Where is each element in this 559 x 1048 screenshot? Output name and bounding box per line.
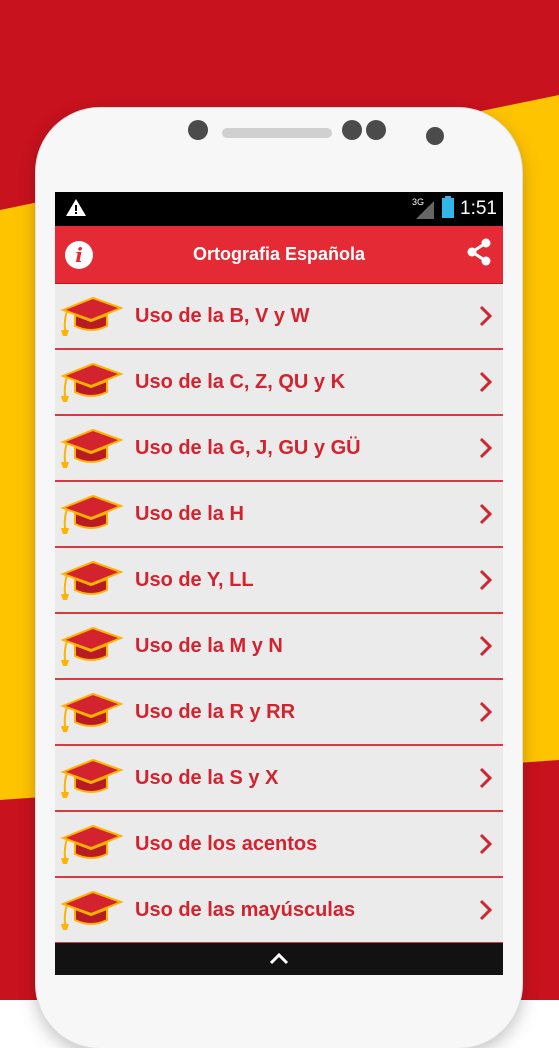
phone-sensor [342, 120, 362, 140]
chevron-right-icon [479, 503, 493, 525]
bottom-bar [55, 943, 503, 975]
status-bar: 3G 1:51 [55, 192, 503, 226]
list-item[interactable]: Uso de la M y N [55, 614, 503, 680]
chevron-right-icon [479, 899, 493, 921]
list-item[interactable]: Uso de Y, LL [55, 548, 503, 614]
list-item-label: Uso de la R y RR [135, 700, 296, 723]
graduation-cap-icon [60, 297, 122, 337]
list-item-label: Uso de la C, Z, QU y K [135, 370, 346, 393]
status-indicators: 3G 1:51 [412, 195, 497, 223]
chevron-up-icon[interactable] [268, 952, 290, 966]
graduation-cap-icon [60, 759, 122, 799]
screen: 3G 1:51 i Ortografia Española Uso de la … [55, 192, 503, 975]
chevron-right-icon [479, 833, 493, 855]
list-item-label: Uso de las mayúsculas [135, 898, 356, 921]
graduation-cap-icon [60, 693, 122, 733]
graduation-cap-icon [60, 495, 122, 535]
phone-sensor [188, 120, 208, 140]
clock: 1:51 [460, 198, 497, 219]
graduation-cap-icon [60, 363, 122, 403]
chevron-right-icon [479, 437, 493, 459]
list-item-label: Uso de la H [135, 502, 244, 525]
chevron-right-icon [479, 305, 493, 327]
app-title: Ortografia Española [192, 244, 366, 264]
list-item[interactable]: Uso de la H [55, 482, 503, 548]
list-item-label: Uso de la G, J, GU y GÜ [135, 436, 361, 459]
chevron-right-icon [479, 701, 493, 723]
network-icon: 3G [412, 197, 436, 219]
chevron-right-icon [479, 371, 493, 393]
chevron-right-icon [479, 767, 493, 789]
app-bar: i Ortografia Española [55, 226, 503, 284]
network-label: 3G [412, 197, 425, 207]
phone-speaker [222, 128, 332, 138]
list-item-label: Uso de la B, V y W [135, 304, 310, 327]
graduation-cap-icon [60, 429, 122, 469]
graduation-cap-icon [60, 891, 122, 931]
list-item[interactable]: Uso de la R y RR [55, 680, 503, 746]
phone-camera [426, 127, 444, 145]
graduation-cap-icon [60, 627, 122, 667]
list-item[interactable]: Uso de la C, Z, QU y K [55, 350, 503, 416]
topic-list: Uso de la B, V y W Uso de la C, Z, QU y … [55, 284, 503, 944]
list-item-label: Uso de la M y N [135, 634, 283, 657]
phone-sensor [366, 120, 386, 140]
info-icon[interactable]: i [65, 240, 93, 269]
share-icon[interactable] [465, 238, 493, 271]
battery-icon [442, 195, 455, 223]
list-item[interactable]: Uso de la S y X [55, 746, 503, 812]
warning-icon [65, 197, 87, 222]
list-item[interactable]: Uso de la B, V y W [55, 284, 503, 350]
list-item-label: Uso de Y, LL [135, 568, 254, 591]
list-item-label: Uso de los acentos [135, 832, 318, 855]
list-item[interactable]: Uso de la G, J, GU y GÜ [55, 416, 503, 482]
list-item[interactable]: Uso de las mayúsculas [55, 878, 503, 944]
graduation-cap-icon [60, 561, 122, 601]
graduation-cap-icon [60, 825, 122, 865]
chevron-right-icon [479, 569, 493, 591]
list-item[interactable]: Uso de los acentos [55, 812, 503, 878]
chevron-right-icon [479, 635, 493, 657]
list-item-label: Uso de la S y X [135, 766, 279, 789]
